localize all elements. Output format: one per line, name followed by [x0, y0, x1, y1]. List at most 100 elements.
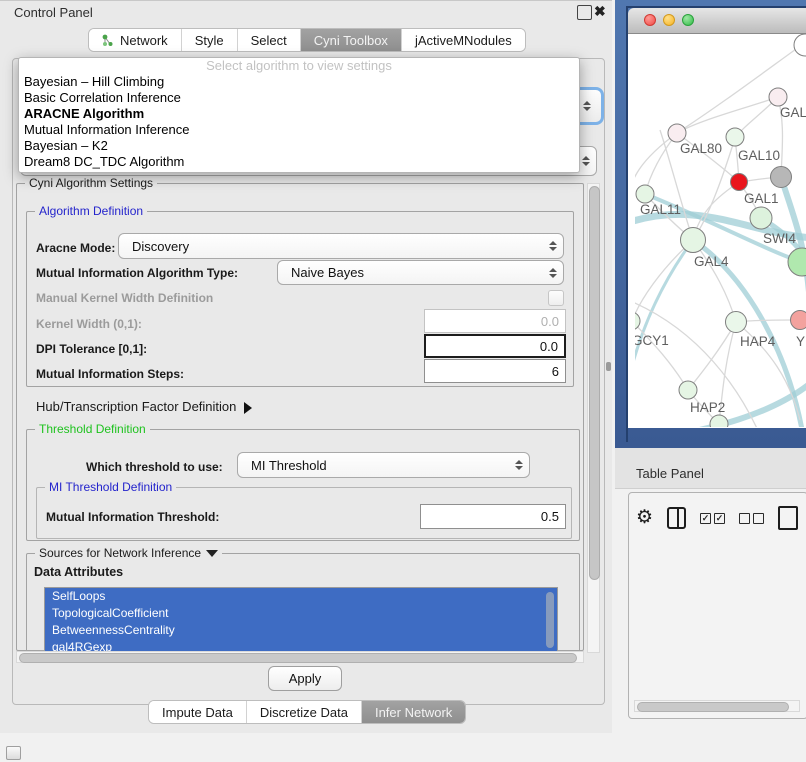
- network-node-label: GAL4: [694, 254, 729, 269]
- network-edge: [645, 133, 677, 194]
- mi-algorithm-type-label: Mutual Information Algorithm Type:: [36, 264, 238, 282]
- network-node-label: HAP4: [740, 334, 776, 349]
- mi-algorithm-type-combo[interactable]: Naive Bayes: [277, 260, 564, 285]
- horizontal-scrollbar-thumb[interactable]: [19, 653, 577, 663]
- dropdown-item[interactable]: Dream8 DC_TDC Algorithm: [19, 154, 579, 170]
- vertical-scrollbar-thumb[interactable]: [589, 186, 600, 580]
- float-window-icon[interactable]: [577, 5, 592, 20]
- hub-definition-label: Hub/Transcription Factor Definition: [36, 399, 236, 414]
- aracne-mode-label: Aracne Mode:: [36, 239, 115, 257]
- tab-jactivemnodules[interactable]: jActiveMNodules: [402, 29, 525, 51]
- hub-definition-toggle[interactable]: Hub/Transcription Factor Definition: [36, 399, 252, 414]
- network-node-y[interactable]: [791, 311, 806, 330]
- collapse-down-icon: [206, 550, 218, 557]
- data-attributes-label: Data Attributes: [34, 565, 123, 579]
- which-threshold-label: Which threshold to use:: [86, 458, 223, 476]
- select-all-checkboxes-icon[interactable]: ✓✓: [700, 513, 725, 524]
- algorithm-dropdown-popup: Select algorithm to view settings Bayesi…: [18, 57, 580, 173]
- network-node-hap4[interactable]: [726, 312, 747, 333]
- mi-threshold-label: Mutual Information Threshold:: [46, 508, 219, 526]
- tab-style[interactable]: Style: [182, 29, 238, 51]
- network-node-swi4[interactable]: [750, 207, 772, 229]
- dpi-tolerance-label: DPI Tolerance [0,1]:: [36, 340, 147, 358]
- table-scrollbar-thumb[interactable]: [637, 702, 789, 712]
- tab-label: Cyni Toolbox: [314, 33, 388, 48]
- mi-steps-input[interactable]: 6: [424, 359, 566, 383]
- combo-stepper-icon: [543, 268, 563, 278]
- tab-select[interactable]: Select: [238, 29, 301, 51]
- dropdown-hint: Select algorithm to view settings: [19, 58, 579, 74]
- threshold-definition-title: Threshold Definition: [35, 422, 150, 436]
- list-scrollbar-thumb[interactable]: [546, 592, 554, 648]
- tab-discretize-data[interactable]: Discretize Data: [247, 701, 362, 723]
- network-node[interactable]: [788, 248, 806, 276]
- application-root: Control Panel ✖ NetworkStyleSelectCyni T…: [0, 0, 806, 762]
- manual-kernel-width-label: Manual Kernel Width Definition: [36, 289, 213, 307]
- mi-steps-label: Mutual Information Steps:: [36, 365, 184, 383]
- zoom-traffic-light-icon[interactable]: [682, 14, 694, 26]
- settings-horizontal-scrollbar[interactable]: [16, 651, 584, 663]
- gear-icon[interactable]: ⚙: [636, 508, 653, 528]
- table-panel-title: Table Panel: [636, 466, 704, 481]
- kernel-width-input[interactable]: 0.0: [424, 309, 566, 333]
- panel-splitter-handle[interactable]: [606, 362, 611, 371]
- tab-cyni-toolbox[interactable]: Cyni Toolbox: [301, 29, 402, 51]
- apply-button[interactable]: Apply: [268, 666, 342, 691]
- network-node[interactable]: [771, 167, 792, 188]
- dpi-tolerance-input[interactable]: 0.0: [424, 334, 566, 358]
- combo-stepper-icon: [509, 460, 529, 470]
- network-node-gal[interactable]: [769, 88, 787, 106]
- document-icon[interactable]: [778, 506, 798, 530]
- network-node-gal11[interactable]: [636, 185, 654, 203]
- dropdown-item[interactable]: ARACNE Algorithm: [19, 106, 579, 122]
- attribute-list-item[interactable]: BetweennessCentrality: [45, 622, 557, 639]
- tab-label: Impute Data: [162, 705, 233, 720]
- control-panel: Control Panel ✖ NetworkStyleSelectCyni T…: [0, 0, 612, 733]
- network-edge: [635, 240, 693, 382]
- deselect-all-checkboxes-icon[interactable]: [739, 513, 764, 524]
- sources-group-title: Sources for Network Inference: [35, 546, 222, 560]
- network-node-label: GAL: [780, 105, 806, 120]
- tab-label: Select: [251, 33, 287, 48]
- network-window-titlebar[interactable]: [628, 8, 806, 34]
- network-node-gal4[interactable]: [681, 228, 706, 253]
- data-attributes-list[interactable]: SelfLoopsTopologicalCoefficientBetweenne…: [44, 587, 558, 657]
- aracne-mode-combo[interactable]: Discovery: [118, 233, 564, 259]
- mi-threshold-input[interactable]: 0.5: [420, 504, 566, 529]
- tab-impute-data[interactable]: Impute Data: [149, 701, 247, 723]
- network-node-label: Y: [796, 334, 805, 349]
- tab-label: Discretize Data: [260, 705, 348, 720]
- manual-kernel-width-checkbox[interactable]: [548, 290, 564, 306]
- dropdown-item[interactable]: Bayesian – K2: [19, 138, 579, 154]
- which-threshold-combo[interactable]: MI Threshold: [237, 452, 530, 478]
- dropdown-item[interactable]: Basic Correlation Inference: [19, 90, 579, 106]
- cyni-settings-group-title: Cyni Algorithm Settings: [25, 176, 157, 190]
- network-node-gcy1[interactable]: [635, 312, 640, 330]
- attribute-list-item[interactable]: TopologicalCoefficient: [45, 605, 557, 622]
- tab-label: jActiveMNodules: [415, 33, 512, 48]
- dropdown-item[interactable]: Mutual Information Inference: [19, 122, 579, 138]
- dropdown-item[interactable]: Bayesian – Hill Climbing: [19, 74, 579, 90]
- close-panel-icon[interactable]: ✖: [594, 3, 606, 20]
- network-node[interactable]: [794, 34, 806, 56]
- minimized-panel-icon[interactable]: [6, 746, 21, 760]
- network-node-hap2[interactable]: [679, 381, 697, 399]
- tab-network[interactable]: Network: [89, 29, 182, 51]
- network-node-gal10[interactable]: [726, 128, 744, 146]
- network-edge: [677, 97, 778, 133]
- close-traffic-light-icon[interactable]: [644, 14, 656, 26]
- tab-infer-network[interactable]: Infer Network: [362, 701, 465, 723]
- settings-vertical-scrollbar[interactable]: [587, 183, 600, 653]
- network-view[interactable]: GALGAL80GAL10GAL1GAL11SWI4GAL4GCY1HAP4YH…: [635, 33, 806, 427]
- network-icon: [102, 34, 114, 47]
- aracne-mode-value: Discovery: [119, 239, 543, 254]
- attribute-list-item[interactable]: SelfLoops: [45, 588, 557, 605]
- network-node-gal80[interactable]: [668, 124, 686, 142]
- tab-label: Network: [120, 33, 168, 48]
- network-edge: [693, 240, 736, 322]
- columns-icon[interactable]: [667, 507, 686, 529]
- network-node-gal1[interactable]: [731, 174, 748, 191]
- minimize-traffic-light-icon[interactable]: [663, 14, 675, 26]
- table-horizontal-scrollbar[interactable]: [634, 700, 800, 712]
- which-threshold-value: MI Threshold: [238, 458, 509, 473]
